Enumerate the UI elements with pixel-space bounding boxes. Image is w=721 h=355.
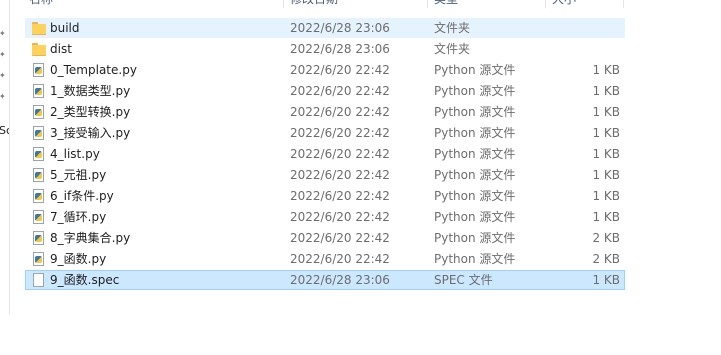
- pin-icon: ✦: [0, 51, 7, 59]
- file-name: 5_元祖.py: [50, 168, 107, 182]
- pin-icon: ✦: [0, 72, 7, 80]
- pin-icon: ✦: [0, 30, 7, 38]
- file-name: 2_类型转换.py: [50, 105, 131, 119]
- file-modified-date: 2022/6/20 22:42: [290, 84, 390, 98]
- file-row[interactable]: 5_元祖.py 2022/6/20 22:42 Python 源文件 1 KB: [25, 165, 625, 185]
- file-type: Python 源文件: [434, 210, 516, 224]
- file-row[interactable]: 9_函数.spec 2022/6/28 23:06 SPEC 文件 1 KB: [25, 270, 625, 290]
- file-size: 1 KB: [592, 126, 620, 140]
- file-type: Python 源文件: [434, 189, 516, 203]
- column-divider[interactable]: [427, 0, 428, 8]
- file-explorer-window: ✦ ✦ ✦ ✦ Sc 名称 修改日期 类型 大小 build 2022/6/28 …: [0, 0, 721, 355]
- file-row[interactable]: 0_Template.py 2022/6/20 22:42 Python 源文件 1 …: [25, 60, 625, 80]
- python-file-icon: [32, 252, 46, 266]
- python-file-icon: [32, 168, 46, 182]
- column-header-size[interactable]: 大小: [548, 0, 576, 8]
- file-row[interactable]: 8_字典集合.py 2022/6/20 22:42 Python 源文件 2 KB: [25, 228, 625, 248]
- file-size: 1 KB: [592, 63, 620, 77]
- file-list: build 2022/6/28 23:06 文件夹 dist 2022/6/28 23:…: [25, 18, 625, 291]
- file-name: 1_数据类型.py: [50, 84, 131, 98]
- python-file-icon: [32, 126, 46, 140]
- file-type: Python 源文件: [434, 147, 516, 161]
- python-file-icon: [32, 84, 46, 98]
- file-type: Python 源文件: [434, 105, 516, 119]
- file-row[interactable]: 3_接受输入.py 2022/6/20 22:42 Python 源文件 1 KB: [25, 123, 625, 143]
- file-name: 6_if条件.py: [50, 189, 114, 203]
- column-divider[interactable]: [283, 0, 284, 8]
- file-type: Python 源文件: [434, 63, 516, 77]
- file-type: SPEC 文件: [434, 273, 493, 287]
- navigation-pane[interactable]: ✦ ✦ ✦ ✦ Sc: [0, 0, 10, 314]
- file-size: 1 KB: [592, 273, 620, 287]
- python-file-icon: [32, 189, 46, 203]
- file-size: 1 KB: [592, 84, 620, 98]
- file-modified-date: 2022/6/20 22:42: [290, 126, 390, 140]
- python-file-icon: [32, 210, 46, 224]
- file-modified-date: 2022/6/28 23:06: [290, 21, 390, 35]
- file-modified-date: 2022/6/28 23:06: [290, 42, 390, 56]
- file-name: 0_Template.py: [50, 63, 137, 77]
- python-file-icon: [32, 63, 46, 77]
- file-modified-date: 2022/6/20 22:42: [290, 147, 390, 161]
- file-type: Python 源文件: [434, 252, 516, 266]
- folder-icon: [32, 21, 46, 35]
- file-name: build: [50, 21, 80, 35]
- column-header: 名称 修改日期 类型 大小: [25, 0, 625, 8]
- file-size: 1 KB: [592, 168, 620, 182]
- file-size: 1 KB: [592, 210, 620, 224]
- file-modified-date: 2022/6/20 22:42: [290, 63, 390, 77]
- python-file-icon: [32, 105, 46, 119]
- file-size: 2 KB: [592, 252, 620, 266]
- file-modified-date: 2022/6/20 22:42: [290, 189, 390, 203]
- file-modified-date: 2022/6/20 22:42: [290, 105, 390, 119]
- python-file-icon: [32, 147, 46, 161]
- file-name: 9_函数.spec: [50, 273, 120, 287]
- column-header-type[interactable]: 类型: [430, 0, 458, 8]
- file-size: [550, 40, 620, 58]
- column-divider[interactable]: [623, 0, 624, 8]
- file-name: 8_字典集合.py: [50, 231, 131, 245]
- file-type: Python 源文件: [434, 84, 516, 98]
- file-type: Python 源文件: [434, 168, 516, 182]
- file-name: dist: [50, 42, 72, 56]
- column-divider[interactable]: [545, 0, 546, 8]
- file-size: 1 KB: [592, 189, 620, 203]
- file-modified-date: 2022/6/20 22:42: [290, 210, 390, 224]
- file-name: 4_list.py: [50, 147, 100, 161]
- nav-item-partial-label[interactable]: Sc: [0, 124, 9, 137]
- file-row[interactable]: 6_if条件.py 2022/6/20 22:42 Python 源文件 1 KB: [25, 186, 625, 206]
- file-row[interactable]: 9_函数.py 2022/6/20 22:42 Python 源文件 2 KB: [25, 249, 625, 269]
- file-modified-date: 2022/6/20 22:42: [290, 252, 390, 266]
- spec-file-icon: [32, 273, 46, 287]
- file-row[interactable]: 7_循环.py 2022/6/20 22:42 Python 源文件 1 KB: [25, 207, 625, 227]
- file-row[interactable]: 4_list.py 2022/6/20 22:42 Python 源文件 1 KB: [25, 144, 625, 164]
- file-name: 7_循环.py: [50, 210, 107, 224]
- folder-icon: [32, 42, 46, 56]
- file-type: Python 源文件: [434, 231, 516, 245]
- file-size: 1 KB: [592, 105, 620, 119]
- pin-icon: ✦: [0, 93, 7, 101]
- file-type: 文件夹: [434, 42, 471, 56]
- file-row[interactable]: 1_数据类型.py 2022/6/20 22:42 Python 源文件 1 KB: [25, 81, 625, 101]
- file-modified-date: 2022/6/20 22:42: [290, 231, 390, 245]
- column-header-name[interactable]: 名称: [25, 0, 53, 8]
- file-size: [550, 19, 620, 37]
- file-type: Python 源文件: [434, 126, 516, 140]
- file-row[interactable]: dist 2022/6/28 23:06 文件夹: [25, 39, 625, 59]
- file-size: 2 KB: [592, 231, 620, 245]
- file-name: 3_接受输入.py: [50, 126, 131, 140]
- file-row[interactable]: 2_类型转换.py 2022/6/20 22:42 Python 源文件 1 KB: [25, 102, 625, 122]
- file-row[interactable]: build 2022/6/28 23:06 文件夹: [25, 18, 625, 38]
- column-header-date[interactable]: 修改日期: [286, 0, 338, 8]
- file-size: 1 KB: [592, 147, 620, 161]
- file-modified-date: 2022/6/20 22:42: [290, 168, 390, 182]
- file-name: 9_函数.py: [50, 252, 107, 266]
- file-type: 文件夹: [434, 21, 471, 35]
- python-file-icon: [32, 231, 46, 245]
- file-modified-date: 2022/6/28 23:06: [290, 273, 390, 287]
